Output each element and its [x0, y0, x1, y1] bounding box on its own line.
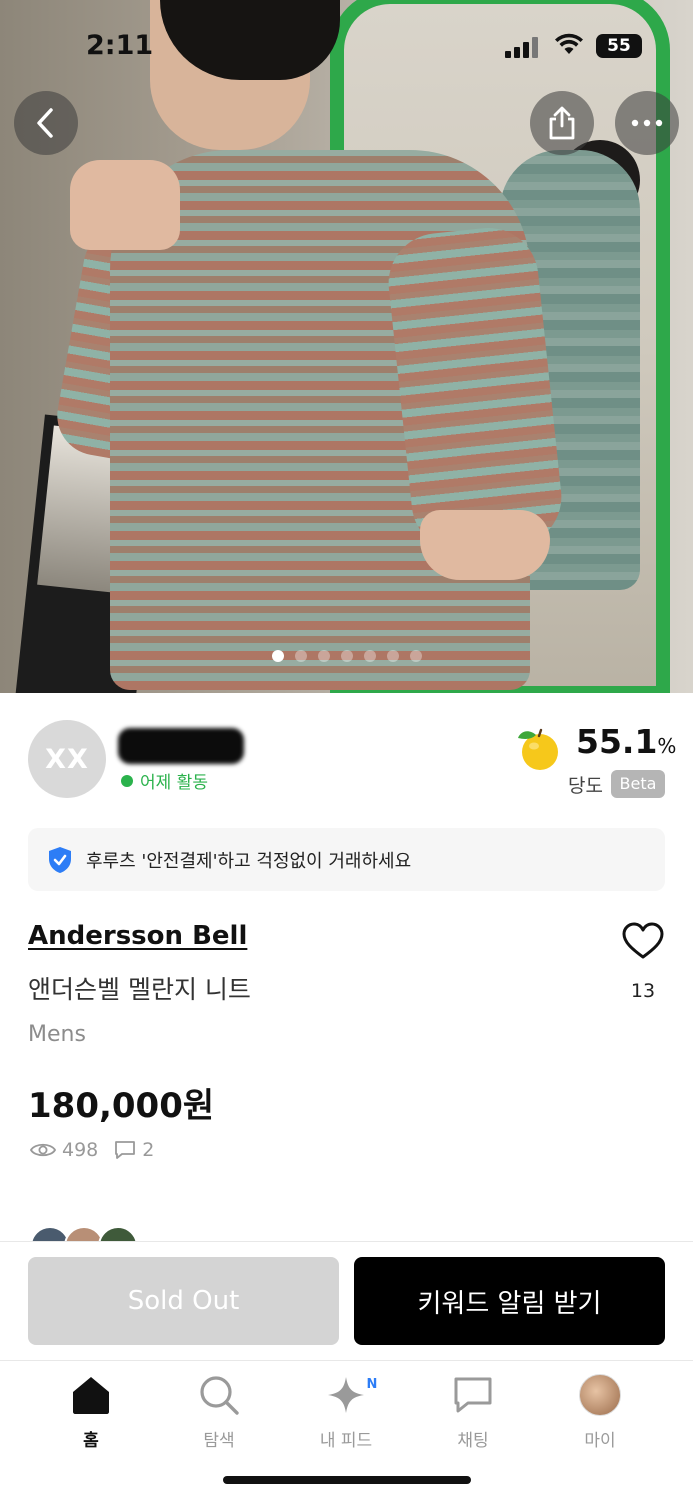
photo-hand-right [420, 510, 550, 580]
safe-payment-text: 후루츠 '안전결제'하고 걱정없이 거래하세요 [86, 850, 412, 872]
view-count: 498 [62, 1139, 99, 1161]
chevron-left-icon [37, 108, 53, 138]
comment-count: 2 [142, 1139, 155, 1161]
pagination-dot[interactable] [386, 650, 399, 662]
sweetness-label: 당도 [568, 775, 603, 797]
new-badge: N [361, 1374, 383, 1396]
seller-activity: 어제 활동 [121, 768, 208, 793]
wifi-icon [554, 32, 584, 62]
sold-out-button: Sold Out [28, 1257, 339, 1345]
sweetness-score: 55.1% [576, 722, 677, 761]
home-indicator [223, 1476, 471, 1484]
seller-avatar[interactable]: XX [28, 720, 106, 798]
product-photo[interactable] [0, 0, 693, 693]
tab-label: 마이 [584, 1431, 616, 1451]
photo-hand-left [70, 160, 180, 250]
heart-icon [622, 922, 664, 959]
user-avatar[interactable] [98, 1226, 138, 1242]
activity-dot-icon [121, 774, 133, 787]
pagination-dot[interactable] [409, 650, 422, 662]
tab-label: 내 피드 [319, 1431, 373, 1451]
pagination-dot[interactable] [271, 650, 284, 662]
safe-payment-banner[interactable]: 후루츠 '안전결제'하고 걱정없이 거래하세요 [28, 828, 665, 891]
product-price: 180,000원 [28, 1086, 215, 1126]
related-user-avatars[interactable] [30, 1226, 140, 1242]
tab-my[interactable]: 마이 [545, 1372, 655, 1451]
eye-icon [30, 1143, 56, 1157]
status-time: 2:11 [86, 30, 154, 61]
tab-my-feed[interactable]: N 내 피드 [291, 1372, 401, 1451]
more-horizontal-icon [631, 119, 663, 127]
tab-label: 탐색 [203, 1431, 235, 1451]
brand-link[interactable]: Andersson Bell [28, 921, 247, 951]
pagination-dot[interactable] [340, 650, 353, 662]
tab-label: 홈 [83, 1431, 99, 1451]
product-title: 앤더슨벨 멜란지 니트 [28, 975, 251, 1004]
keyword-alert-button[interactable]: 키워드 알림 받기 [354, 1257, 665, 1345]
home-icon [73, 1377, 109, 1414]
tab-home[interactable]: 홈 [36, 1372, 146, 1451]
tab-explore[interactable]: 탐색 [164, 1372, 274, 1451]
battery-indicator: 55 [596, 34, 642, 58]
tab-label: 채팅 [457, 1431, 489, 1451]
more-options-button[interactable] [615, 91, 679, 155]
like-count: 13 [630, 980, 656, 1002]
search-icon [200, 1376, 239, 1415]
tab-chat[interactable]: 채팅 [418, 1372, 528, 1451]
product-stats: 498 2 [30, 1139, 154, 1161]
cellular-signal-icon [505, 36, 539, 58]
like-button[interactable] [622, 922, 664, 964]
back-button[interactable] [14, 91, 78, 155]
status-bar: 2:11 55 [0, 0, 693, 90]
share-button[interactable] [530, 91, 594, 155]
photo-pagination[interactable] [0, 650, 693, 662]
shield-check-icon [49, 846, 71, 873]
pagination-dot[interactable] [363, 650, 376, 662]
pagination-dot[interactable] [317, 650, 330, 662]
comment-icon [115, 1141, 136, 1159]
fruit-sweetness-icon [514, 724, 562, 772]
chat-icon [454, 1377, 492, 1413]
seller-name-redacted[interactable] [118, 728, 244, 764]
profile-avatar [579, 1374, 621, 1416]
product-category: Mens [28, 1022, 86, 1047]
activity-label: 어제 활동 [140, 773, 208, 793]
share-icon [549, 106, 575, 140]
pagination-dot[interactable] [294, 650, 307, 662]
beta-badge: Beta [611, 770, 665, 798]
